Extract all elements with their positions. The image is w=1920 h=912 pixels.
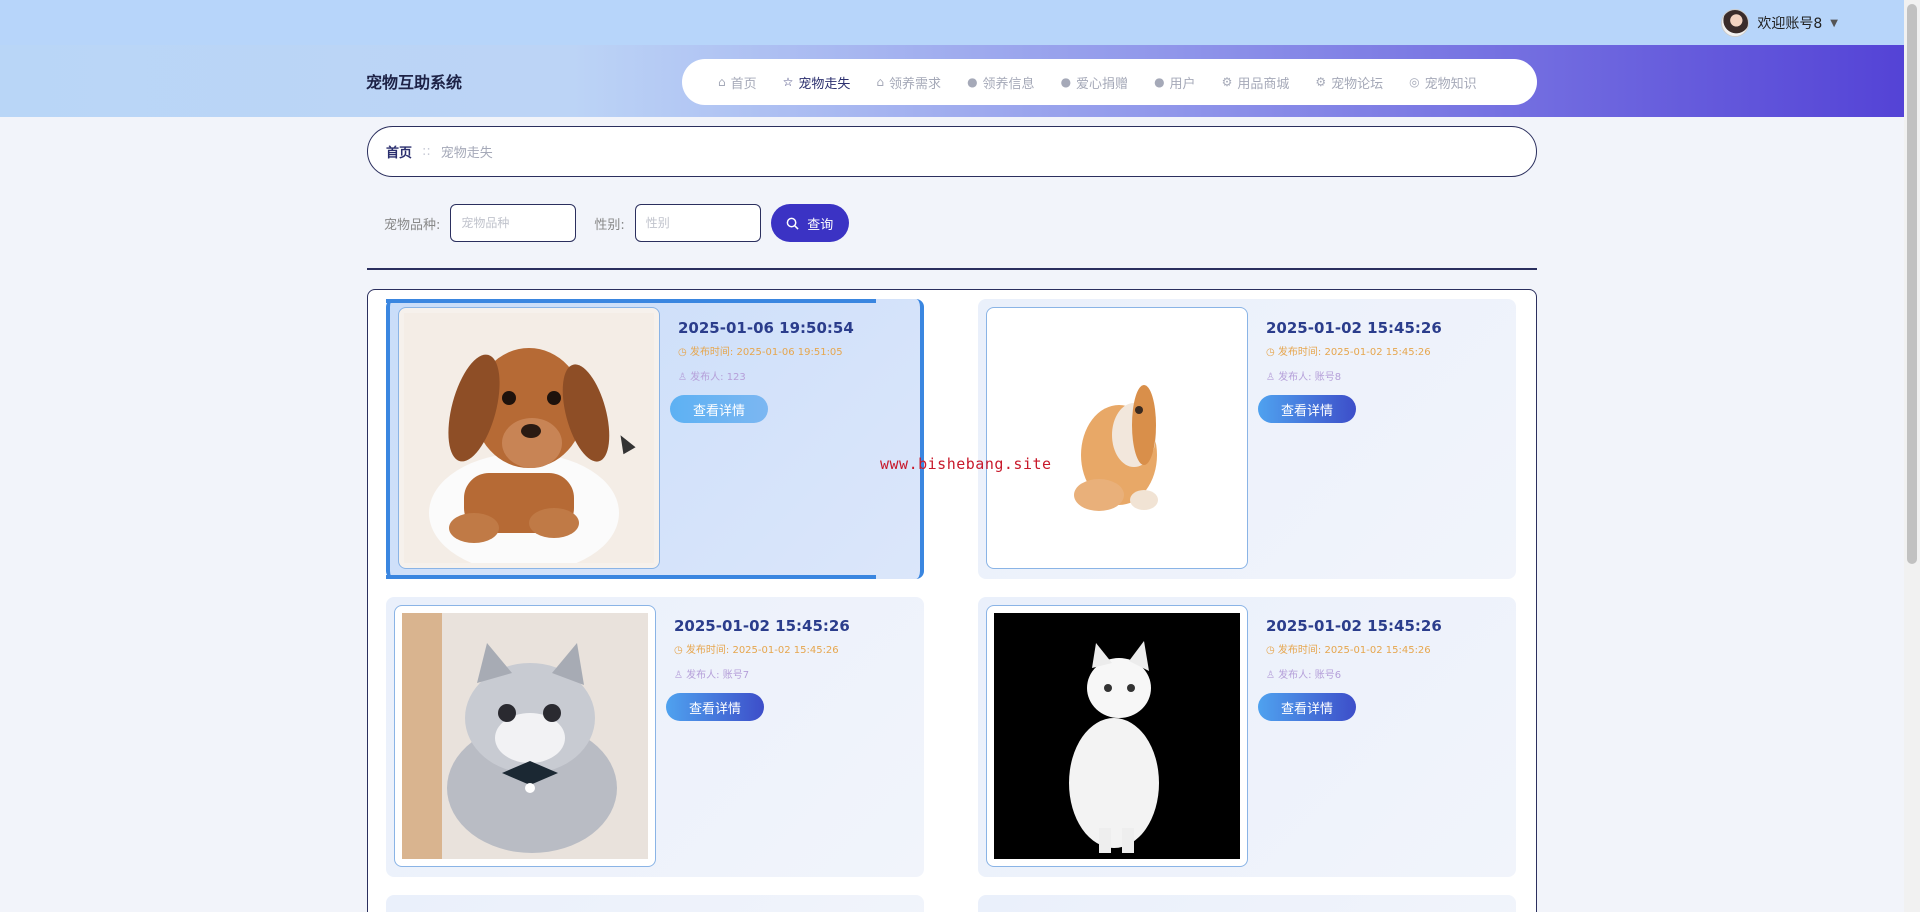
user-menu[interactable]: 欢迎账号8 ▼ — [1721, 9, 1838, 37]
card-date: 2025-01-02 15:45:26 — [674, 617, 850, 635]
search-icon — [786, 217, 799, 230]
view-details-button[interactable]: 查看详情 — [670, 395, 768, 423]
list-item[interactable]: 2025-01-06 19:50:54 ◷ 发布时间: 2025-01-06 1… — [386, 299, 924, 579]
card-info: 2025-01-02 15:45:26 ◷ 发布时间: 2025-01-02 1… — [666, 617, 850, 721]
breadcrumb: 首页 :: 宠物走失 — [367, 126, 1537, 177]
search-bar: 宠物品种: 性别: 查询 — [384, 204, 849, 242]
nav-label: 首页 — [730, 76, 757, 92]
nav-label: 宠物论坛 — [1331, 76, 1384, 92]
card-info: 2025-01-02 15:45:26 ◷ 发布时间: 2025-01-02 1… — [1258, 319, 1442, 423]
top-bar: 欢迎账号8 ▼ — [0, 0, 1904, 45]
view-details-button[interactable]: 查看详情 — [1258, 395, 1356, 423]
nav-item-shop[interactable]: ⚙ 用品商城 — [1222, 73, 1290, 92]
pet-image[interactable] — [986, 307, 1248, 569]
view-details-button[interactable]: 查看详情 — [666, 693, 764, 721]
star-icon: ☆ — [782, 75, 794, 89]
nav-item-donations[interactable]: ● 爱心捐赠 — [1061, 73, 1129, 92]
nav-label: 领养需求 — [889, 76, 942, 92]
chevron-down-icon[interactable]: ▼ — [1830, 18, 1838, 29]
nav-label: 宠物知识 — [1424, 76, 1477, 92]
breadcrumb-current: 宠物走失 — [440, 146, 493, 161]
list-item[interactable] — [386, 895, 924, 912]
publisher: ♙ 发布人: 账号6 — [1266, 670, 1342, 681]
nav-item-forum[interactable]: ⚙ 宠物论坛 — [1315, 73, 1383, 92]
nav-item-adoption-info[interactable]: ● 领养信息 — [967, 73, 1035, 92]
list-item[interactable]: 2025-01-02 15:45:26 ◷ 发布时间: 2025-01-02 1… — [386, 597, 924, 877]
list-item[interactable]: 2025-01-02 15:45:26 ◷ 发布时间: 2025-01-02 1… — [978, 597, 1516, 877]
book-icon: ◎ — [1409, 75, 1420, 89]
search-button[interactable]: 查询 — [770, 204, 849, 242]
list-item[interactable]: 2025-01-02 15:45:26 ◷ 发布时间: 2025-01-02 1… — [978, 299, 1516, 579]
header: 宠物互助系统 ⌂ 首页 ☆ 宠物走失 ⌂ 领养需求 ● 领养信息 ● 爱心捐赠 … — [0, 45, 1904, 117]
breed-input[interactable] — [450, 204, 577, 242]
card-date: 2025-01-06 19:50:54 — [678, 319, 854, 337]
house-icon: ⌂ — [876, 75, 885, 89]
publish-time: ◷ 发布时间: 2025-01-02 15:45:26 — [1266, 645, 1431, 656]
user-icon: ● — [1154, 75, 1165, 89]
publisher: ♙ 发布人: 123 — [678, 372, 746, 383]
publisher: ♙ 发布人: 账号7 — [674, 670, 750, 681]
publish-time: ◷ 发布时间: 2025-01-02 15:45:26 — [1266, 347, 1431, 358]
avatar[interactable] — [1721, 9, 1750, 37]
gear-icon: ⚙ — [1221, 75, 1233, 89]
breadcrumb-separator: :: — [422, 144, 431, 159]
nav-label: 领养信息 — [982, 76, 1035, 92]
pet-image[interactable] — [394, 605, 656, 867]
gender-input[interactable] — [634, 204, 761, 242]
nav-item-home[interactable]: ⌂ 首页 — [718, 73, 757, 92]
card-date: 2025-01-02 15:45:26 — [1266, 617, 1442, 635]
breed-label: 宠物品种: — [384, 217, 441, 233]
breadcrumb-home[interactable]: 首页 — [386, 142, 412, 161]
info-icon: ● — [967, 75, 978, 89]
publish-time: ◷ 发布时间: 2025-01-02 15:45:26 — [674, 645, 839, 656]
scrollbar-thumb[interactable] — [1907, 4, 1917, 564]
nav-item-knowledge[interactable]: ◎ 宠物知识 — [1409, 73, 1477, 92]
nav-label: 爱心捐赠 — [1076, 76, 1129, 92]
lop-rabbit-image — [994, 315, 1240, 561]
card-info: 2025-01-06 19:50:54 ◷ 发布时间: 2025-01-06 1… — [670, 319, 854, 423]
card-date: 2025-01-02 15:45:26 — [1266, 319, 1442, 337]
publisher: ♙ 发布人: 账号8 — [1266, 372, 1342, 383]
white-persian-cat-image — [994, 613, 1240, 859]
forum-icon: ⚙ — [1315, 75, 1327, 89]
view-details-button[interactable]: 查看详情 — [1258, 693, 1356, 721]
nav-label: 用户 — [1169, 76, 1196, 92]
card-info: 2025-01-02 15:45:26 ◷ 发布时间: 2025-01-02 1… — [1258, 617, 1442, 721]
nav-item-lost-pets[interactable]: ☆ 宠物走失 — [783, 73, 851, 92]
lost-pet-list: 2025-01-06 19:50:54 ◷ 发布时间: 2025-01-06 1… — [367, 289, 1537, 912]
gender-label: 性别: — [594, 217, 625, 233]
pet-image[interactable] — [986, 605, 1248, 867]
welcome-text[interactable]: 欢迎账号8 — [1757, 13, 1822, 33]
home-icon: ⌂ — [718, 75, 726, 89]
nav-label: 宠物走失 — [798, 76, 851, 92]
grey-kitten-image — [402, 613, 648, 859]
nav-item-users[interactable]: ● 用户 — [1154, 73, 1196, 92]
watermark: www.bishebang.site — [880, 455, 1052, 473]
list-item[interactable] — [978, 895, 1516, 912]
main-nav: ⌂ 首页 ☆ 宠物走失 ⌂ 领养需求 ● 领养信息 ● 爱心捐赠 ● 用户 ⚙ … — [682, 59, 1537, 105]
heart-icon: ● — [1060, 75, 1072, 89]
nav-item-adoption-requests[interactable]: ⌂ 领养需求 — [876, 73, 941, 92]
nav-label: 用品商城 — [1237, 76, 1290, 92]
publish-time: ◷ 发布时间: 2025-01-06 19:51:05 — [678, 347, 843, 358]
site-title: 宠物互助系统 — [366, 73, 463, 92]
search-button-label: 查询 — [807, 217, 834, 233]
divider — [367, 268, 1537, 270]
scrollbar[interactable] — [1904, 0, 1920, 912]
